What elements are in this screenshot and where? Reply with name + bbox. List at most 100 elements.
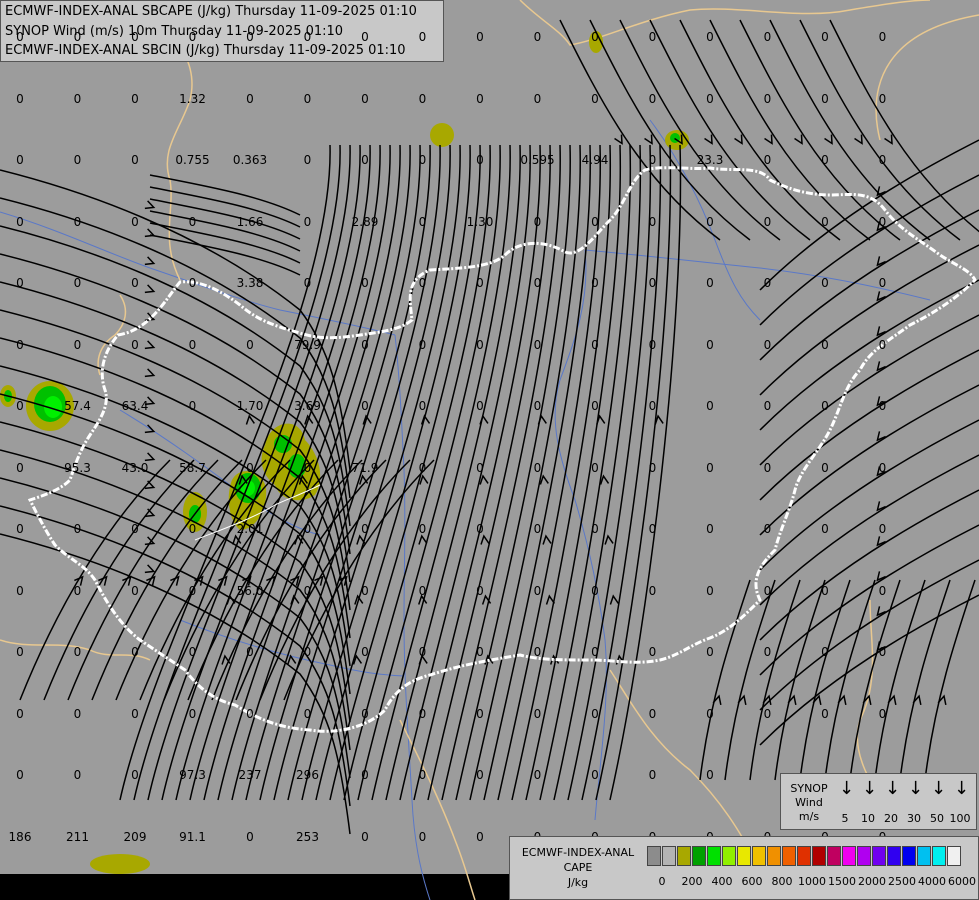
grid-value-label: 0 xyxy=(246,30,254,44)
grid-value-label: 0 xyxy=(418,91,427,106)
streamline xyxy=(739,19,901,241)
cape-swatch xyxy=(812,846,826,866)
weather-map: ECMWF-INDEX-ANAL SBCAPE (J/kg) Thursday … xyxy=(0,0,979,900)
grid-value-label: 253 xyxy=(296,829,319,844)
cape-swatch xyxy=(782,846,796,866)
grid-value-label: 0 xyxy=(303,706,312,721)
grid-value-label: 0 xyxy=(418,460,427,475)
grid-value-label: 0 xyxy=(361,645,369,659)
grid-value-label: 0 xyxy=(821,91,829,106)
synop-value: 20 xyxy=(884,812,898,825)
grid-value-label: 0 xyxy=(821,276,829,290)
grid-value-label: 0 xyxy=(16,214,24,229)
river-danube-west xyxy=(0,211,396,336)
grid-value-label: 0 xyxy=(763,30,772,44)
grid-value-label: 0 xyxy=(591,399,599,413)
grid-value-label: 0 xyxy=(648,153,657,167)
grid-value-label: 0 xyxy=(476,337,484,352)
streamline xyxy=(759,349,979,501)
grid-value-label: 186 xyxy=(8,829,32,844)
synop-legend-title-line-1: SYNOP xyxy=(790,782,828,795)
grid-value-label: 0 xyxy=(706,337,714,352)
grid-value-label: 0 xyxy=(188,583,197,598)
grid-value-label: 0 xyxy=(16,153,24,167)
grid-value-label: 0 xyxy=(591,337,599,352)
streamline-arrow xyxy=(420,414,431,425)
border-poland xyxy=(519,0,931,46)
streamline xyxy=(497,144,602,801)
streamline xyxy=(759,209,979,361)
grid-value-label: 0 xyxy=(648,460,657,475)
grid-value-label: 0 xyxy=(418,276,427,290)
streamline-arrow xyxy=(144,200,156,210)
grid-value-label: 0 xyxy=(878,522,887,536)
grid-value-label: 0 xyxy=(533,522,542,536)
grid-value-label: 0 xyxy=(763,706,772,721)
cape-swatch xyxy=(827,846,841,866)
grid-value-label: 0 xyxy=(763,460,772,475)
grid-value-label: 0 xyxy=(188,214,197,229)
wind-arrow-icon: ↓ xyxy=(885,778,901,799)
grid-value-label: 0 xyxy=(131,91,139,106)
streamline-arrow xyxy=(537,414,547,425)
grid-value-label: 0 xyxy=(188,337,197,352)
cape-swatch xyxy=(887,846,901,866)
grid-value-label: 0 xyxy=(706,214,714,229)
streamline xyxy=(774,579,826,781)
grid-value-label: 0 xyxy=(131,153,139,167)
grid-value-label: 0 xyxy=(648,91,657,106)
grid-value-label: 0 xyxy=(73,522,82,536)
cape-legend-title-line-2: CAPE xyxy=(563,861,593,874)
grid-value-label: 0 xyxy=(476,460,484,475)
grid-value-label: 0 xyxy=(533,30,542,44)
grid-value-label: 0 xyxy=(131,276,139,290)
cape-swatch xyxy=(737,846,751,866)
grid-value-label: 0 xyxy=(533,337,542,352)
grid-value-label: 0 xyxy=(361,276,369,290)
grid-value-label: 0 xyxy=(418,214,427,229)
grid-value-label: 209 xyxy=(123,829,147,844)
streamline xyxy=(769,19,931,241)
grid-value-label: 3.38 xyxy=(236,276,264,290)
grid-value-label: 0 xyxy=(418,829,427,844)
streamline xyxy=(371,144,511,801)
grid-value-label: 1.66 xyxy=(236,214,264,229)
grid-value-label: 0 xyxy=(763,645,772,659)
streamline xyxy=(899,579,951,781)
grid-value-label: 0 xyxy=(361,583,369,598)
grid-value-label: 0 xyxy=(591,214,599,229)
grid-value-label: 0 xyxy=(418,30,427,44)
grid-value-label: 0 xyxy=(16,30,24,44)
streamline xyxy=(829,19,979,233)
grid-value-label: 0 xyxy=(706,522,714,536)
cape-swatch xyxy=(707,846,721,866)
grid-value-label: 0 xyxy=(648,30,657,44)
grid-value-label: 0 xyxy=(16,460,24,475)
cape-swatch xyxy=(692,846,706,866)
grid-value-label: 0 xyxy=(73,337,82,352)
grid-value-label: 0 xyxy=(361,91,369,106)
grid-value-label: 0.755 xyxy=(175,153,210,167)
grid-value-label: 79.9 xyxy=(294,337,321,352)
cape-tick-label: 6000 xyxy=(948,875,976,888)
grid-value-label: 0 xyxy=(821,214,829,229)
grid-value-label: 95.3 xyxy=(64,460,91,475)
grid-value-label: 0 xyxy=(418,645,427,659)
grid-value-label: 0 xyxy=(476,399,484,413)
cape-tick-label: 200 xyxy=(681,875,703,888)
cape-tick-label: 600 xyxy=(741,875,763,888)
wind-arrow-icon: ↓ xyxy=(908,778,924,799)
grid-value-label: 0 xyxy=(821,583,829,598)
wind-arrow-icon: ↓ xyxy=(954,778,970,799)
grid-value-label: 0 xyxy=(303,645,312,659)
grid-value-label: 0 xyxy=(648,276,657,290)
streamline xyxy=(824,579,876,781)
grid-value-label: 0 xyxy=(476,153,484,167)
grid-value-label: 0 xyxy=(706,30,714,44)
grid-value-label: 237 xyxy=(238,768,262,782)
no-data-band xyxy=(0,874,520,900)
grid-value-label: 0 xyxy=(476,645,484,659)
streamline xyxy=(759,489,979,641)
grid-value-label: 0 xyxy=(533,583,542,598)
grid-value-label: 43.0 xyxy=(121,460,149,475)
